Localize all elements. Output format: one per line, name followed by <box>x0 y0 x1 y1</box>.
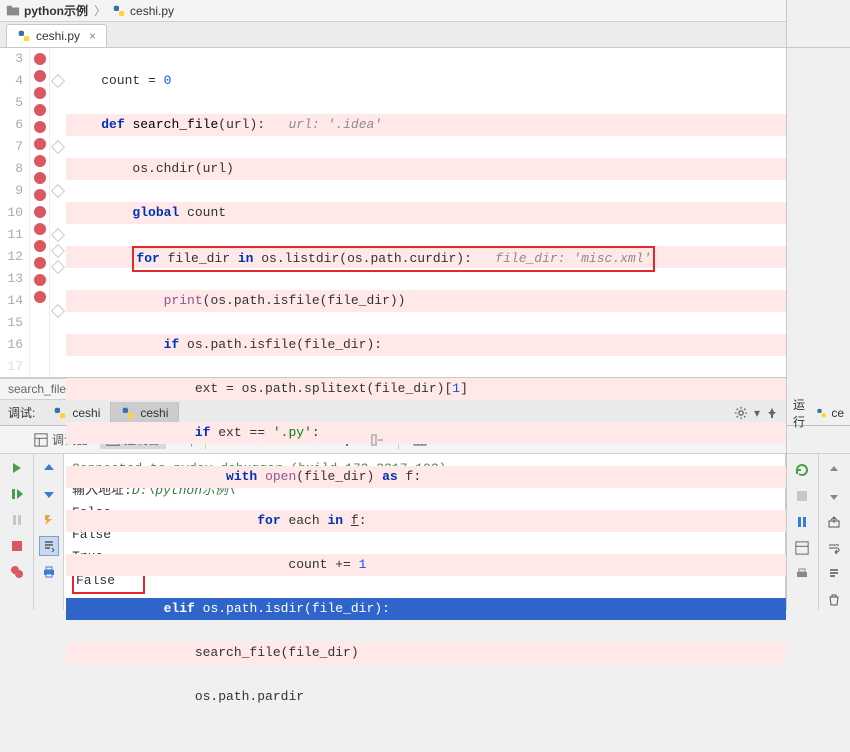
fold-gutter[interactable] <box>50 48 66 377</box>
run-to-cursor-button[interactable] <box>368 431 386 449</box>
resume-button[interactable] <box>7 484 27 504</box>
pause-button[interactable] <box>7 510 27 530</box>
breakpoint-icon[interactable] <box>34 138 46 150</box>
python-file-icon <box>112 4 126 18</box>
close-icon[interactable]: × <box>89 29 96 43</box>
scroll-end-button[interactable] <box>824 564 844 584</box>
code-area[interactable]: count = 0 def search_file(url): url: '.i… <box>66 48 786 377</box>
fold-marker-icon[interactable] <box>51 228 65 242</box>
layout-button[interactable] <box>792 538 812 558</box>
rerun-button[interactable] <box>792 460 812 480</box>
fold-marker-icon[interactable] <box>51 140 65 154</box>
print-button[interactable] <box>792 564 812 584</box>
breakpoint-icon[interactable] <box>34 206 46 218</box>
breakpoint-icon[interactable] <box>34 291 46 303</box>
breakpoint-gutter[interactable] <box>30 48 50 377</box>
line-numbers: 34567891011121314151617 <box>0 48 30 377</box>
layout-icon <box>34 433 48 447</box>
fold-marker-icon[interactable] <box>51 184 65 198</box>
breadcrumb-file[interactable]: ceshi.py <box>112 4 174 18</box>
breakpoint-icon[interactable] <box>34 87 46 99</box>
rerun-button[interactable] <box>7 458 27 478</box>
breadcrumb-function[interactable]: search_file() <box>8 382 74 396</box>
breakpoint-icon[interactable] <box>34 240 46 252</box>
down-stack-button[interactable] <box>39 484 59 504</box>
down-button[interactable] <box>824 486 844 506</box>
fold-marker-icon[interactable] <box>51 260 65 274</box>
fold-marker-icon[interactable] <box>51 74 65 88</box>
run-panel-header[interactable]: 运行 ce <box>787 400 850 426</box>
pause-button[interactable] <box>792 512 812 532</box>
breadcrumb-project[interactable]: python示例 <box>6 2 88 19</box>
console-controls-strip <box>34 454 64 610</box>
breakpoint-icon[interactable] <box>34 223 46 235</box>
right-panel: 运行 ce <box>786 0 850 610</box>
print-button[interactable] <box>39 562 59 582</box>
python-file-icon <box>816 406 827 420</box>
editor-tabs: ceshi.py × <box>0 22 786 48</box>
stop-button[interactable] <box>792 486 812 506</box>
debug-controls-strip <box>0 454 34 610</box>
scroll-to-end-button[interactable] <box>39 536 59 556</box>
exception-button[interactable] <box>39 510 59 530</box>
tab-label: ceshi.py <box>36 29 80 43</box>
export-button[interactable] <box>824 512 844 532</box>
chevron-right-icon: 〉 <box>94 2 106 19</box>
up-button[interactable] <box>824 460 844 480</box>
breakpoint-icon[interactable] <box>34 53 46 65</box>
debug-panel-label: 调试: <box>0 404 43 421</box>
breakpoint-icon[interactable] <box>34 257 46 269</box>
fold-marker-icon[interactable] <box>51 304 65 318</box>
trash-button[interactable] <box>824 590 844 610</box>
breakpoint-icon[interactable] <box>34 70 46 82</box>
breakpoint-icon[interactable] <box>34 189 46 201</box>
breadcrumb: python示例 〉 ceshi.py <box>0 0 786 22</box>
view-breakpoints-button[interactable] <box>7 562 27 582</box>
breakpoint-icon[interactable] <box>34 274 46 286</box>
tab-ceshi[interactable]: ceshi.py × <box>6 24 107 47</box>
folder-icon <box>6 4 20 18</box>
breakpoint-icon[interactable] <box>34 155 46 167</box>
wrap-button[interactable] <box>824 538 844 558</box>
stop-button[interactable] <box>7 536 27 556</box>
breakpoint-icon[interactable] <box>34 172 46 184</box>
breakpoint-icon[interactable] <box>34 121 46 133</box>
code-editor[interactable]: 34567891011121314151617 count = 0 def s <box>0 48 786 378</box>
python-file-icon <box>17 29 31 43</box>
fold-marker-icon[interactable] <box>51 244 65 258</box>
up-stack-button[interactable] <box>39 458 59 478</box>
breakpoint-icon[interactable] <box>34 104 46 116</box>
